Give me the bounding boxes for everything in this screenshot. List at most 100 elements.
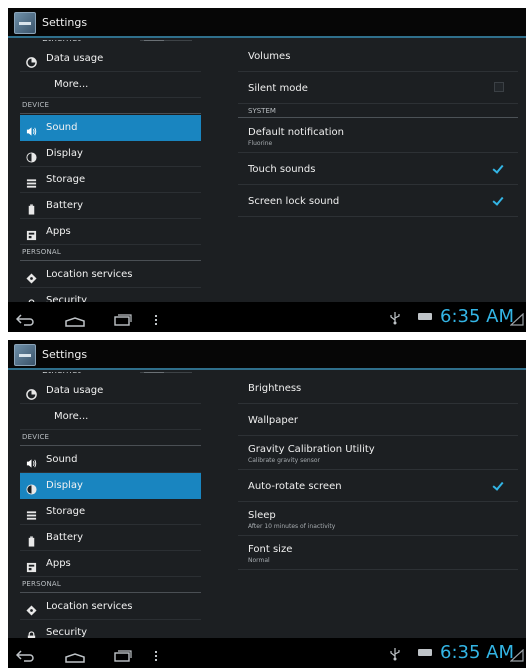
- setting-gravity-calibration-utility[interactable]: Gravity Calibration Utility Calibrate gra…: [238, 436, 518, 470]
- back-icon[interactable]: [15, 311, 36, 326]
- sound-icon: [26, 454, 37, 468]
- setting-title: Volumes: [248, 51, 291, 62]
- setting-summary: Calibrate gravity sensor: [248, 457, 320, 464]
- section-header-label: DEVICE: [22, 433, 50, 441]
- setting-font-size[interactable]: Font size Normal: [238, 536, 518, 570]
- sidebar-item-label: Storage: [46, 174, 86, 185]
- sidebar-section-header: DEVICE: [20, 98, 201, 114]
- settings-screen-sound: Settings Ethernet Data usage More... DEVICE…: [8, 8, 526, 332]
- sidebar-item-label: More...: [54, 411, 89, 422]
- setting-sleep[interactable]: Sleep After 10 minutes of inactivity: [238, 502, 518, 536]
- location-icon: [26, 601, 37, 616]
- setting-brightness[interactable]: Brightness: [238, 372, 518, 404]
- location-icon: [26, 269, 37, 284]
- sidebar-item-label: Battery: [46, 532, 84, 543]
- ethernet-toggle[interactable]: [140, 372, 192, 373]
- setting-volumes[interactable]: Volumes: [238, 40, 518, 72]
- sidebar-item-sound[interactable]: Sound: [20, 115, 201, 141]
- sidebar-section-header: DEVICE: [20, 430, 201, 446]
- detail-section-header: SYSTEM: [238, 104, 518, 118]
- menu-icon[interactable]: [154, 647, 158, 661]
- sidebar-item-label: More...: [54, 79, 89, 90]
- sidebar-item-display[interactable]: Display: [20, 141, 201, 167]
- security-icon: [26, 627, 37, 638]
- data-usage-icon: [26, 53, 37, 68]
- home-icon[interactable]: [64, 312, 86, 327]
- battery-icon: [26, 200, 37, 215]
- auto-rotate-screen-checkbox[interactable]: [492, 480, 504, 492]
- action-bar-title: Settings: [42, 16, 88, 29]
- setting-wallpaper[interactable]: Wallpaper: [238, 404, 518, 436]
- sidebar-item-storage[interactable]: Storage: [20, 499, 201, 525]
- setting-title: Gravity Calibration Utility: [248, 444, 375, 455]
- section-header-label: SYSTEM: [248, 107, 276, 115]
- sidebar-item-security[interactable]: Security: [20, 288, 201, 302]
- status-clock: 6:35 AM: [440, 306, 514, 327]
- section-header-label: PERSONAL: [22, 580, 61, 588]
- sidebar-item-label: Security: [46, 295, 88, 302]
- usb-icon: [390, 646, 400, 661]
- toggle-thumb: [144, 40, 164, 41]
- data-usage-icon: [26, 385, 37, 400]
- security-icon: [26, 295, 37, 302]
- system-navigation-bar: 6:35 AM: [8, 638, 526, 668]
- sidebar-item-label: Storage: [46, 506, 86, 517]
- sidebar-item-security[interactable]: Security: [20, 620, 201, 638]
- sidebar-item-apps[interactable]: Apps: [20, 551, 201, 577]
- setting-auto-rotate-screen[interactable]: Auto-rotate screen: [238, 470, 518, 502]
- recent-apps-icon[interactable]: [114, 311, 132, 326]
- sidebar-item-location-services[interactable]: Location services: [20, 594, 201, 620]
- recent-apps-icon[interactable]: [114, 647, 132, 662]
- settings-app-icon[interactable]: [14, 12, 36, 34]
- setting-summary: Normal: [248, 557, 270, 564]
- settings-detail-pane: Brightness Wallpaper Gravity Calibration U…: [238, 372, 518, 638]
- sidebar-item-label: Data usage: [46, 53, 104, 64]
- touch-sounds-checkbox[interactable]: [492, 163, 504, 175]
- sidebar-item-label: Ethernet: [42, 40, 81, 44]
- sidebar-item-location-services[interactable]: Location services: [20, 262, 201, 288]
- sidebar-item-label: Location services: [46, 601, 133, 612]
- setting-title: Touch sounds: [248, 164, 316, 175]
- usb-icon: [390, 310, 400, 325]
- silent-mode-checkbox[interactable]: [494, 82, 504, 92]
- sidebar-item-label: Display: [46, 148, 83, 159]
- settings-sidebar: Ethernet Data usage More... DEVICE Sound Disp…: [20, 40, 201, 302]
- section-header-label: PERSONAL: [22, 248, 61, 256]
- sidebar-item-data-usage[interactable]: Data usage: [20, 46, 201, 72]
- toggle-thumb: [144, 372, 164, 373]
- status-clock: 6:35 AM: [440, 642, 514, 663]
- back-icon[interactable]: [15, 647, 36, 662]
- home-icon[interactable]: [64, 648, 86, 663]
- sidebar-item-label: Ethernet: [42, 372, 81, 376]
- setting-default-notification[interactable]: Default notification Fluorine: [238, 119, 518, 153]
- setting-summary: After 10 minutes of inactivity: [248, 523, 336, 530]
- sidebar-item-sound[interactable]: Sound: [20, 447, 201, 473]
- ethernet-toggle[interactable]: [140, 40, 192, 41]
- setting-silent-mode[interactable]: Silent mode: [238, 72, 518, 104]
- menu-icon[interactable]: [154, 311, 158, 325]
- sidebar-item-label: Apps: [46, 558, 71, 569]
- battery-status-icon: [418, 649, 432, 656]
- settings-detail-pane: Volumes Silent mode SYSTEM Default notifica…: [238, 40, 518, 302]
- action-bar: Settings: [8, 340, 526, 370]
- sidebar-item-battery[interactable]: Battery: [20, 525, 201, 551]
- sidebar-section-header: PERSONAL: [20, 577, 201, 593]
- sidebar-item-display[interactable]: Display: [20, 473, 201, 499]
- settings-app-icon[interactable]: [14, 344, 36, 366]
- setting-touch-sounds[interactable]: Touch sounds: [238, 153, 518, 185]
- sidebar-item-battery[interactable]: Battery: [20, 193, 201, 219]
- sidebar-item-label: Sound: [46, 122, 78, 133]
- settings-screen-display: Settings Ethernet Data usage More... DEVICE…: [8, 340, 526, 668]
- sidebar-item-label: Sound: [46, 454, 78, 465]
- sidebar-item-apps[interactable]: Apps: [20, 219, 201, 245]
- sidebar-item-more[interactable]: More...: [20, 72, 201, 98]
- screen-lock-sound-checkbox[interactable]: [492, 195, 504, 207]
- apps-icon: [26, 558, 37, 573]
- sidebar-item-storage[interactable]: Storage: [20, 167, 201, 193]
- sidebar-item-data-usage[interactable]: Data usage: [20, 378, 201, 404]
- display-icon: [26, 480, 37, 495]
- setting-summary: Fluorine: [248, 140, 273, 147]
- battery-status-icon: [418, 313, 432, 320]
- setting-screen-lock-sound[interactable]: Screen lock sound: [238, 185, 518, 217]
- sidebar-item-more[interactable]: More...: [20, 404, 201, 430]
